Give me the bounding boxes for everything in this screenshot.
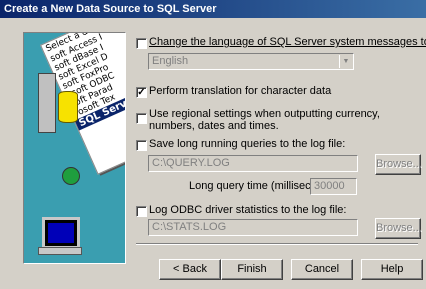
stats-log-path-input[interactable]: C:\STATS.LOG: [148, 219, 358, 236]
long-query-time-input[interactable]: 30000: [310, 178, 357, 195]
perform-translation-label: Perform translation for character data: [149, 85, 332, 97]
log-odbc-stats-label: Log ODBC driver statistics to the log fi…: [149, 204, 347, 216]
regional-settings-checkbox[interactable]: [136, 113, 147, 124]
query-log-path-input[interactable]: C:\QUERY.LOG: [148, 155, 358, 172]
help-button[interactable]: Help: [361, 259, 423, 280]
back-button[interactable]: < Back: [159, 259, 221, 280]
wizard-illustration: Select a driver fo soft Access I soft dB…: [23, 32, 126, 264]
server-icon: [38, 73, 56, 133]
database-cylinder-icon: [58, 91, 78, 123]
perform-translation-checkbox[interactable]: ✓: [136, 87, 147, 98]
save-long-queries-label: Save long running queries to the log fil…: [149, 138, 346, 150]
log-odbc-stats-checkbox[interactable]: [136, 206, 147, 217]
change-language-checkbox[interactable]: [136, 38, 147, 49]
chevron-down-icon[interactable]: ▼: [339, 55, 352, 68]
language-select-value: English: [152, 55, 189, 67]
browse-query-log-button[interactable]: Browse...: [375, 154, 422, 175]
change-language-label: Change the language of SQL Server system…: [149, 36, 426, 48]
finish-button[interactable]: Finish: [221, 259, 283, 280]
save-long-queries-checkbox[interactable]: [136, 140, 147, 151]
window-title: Create a New Data Source to SQL Server: [0, 0, 426, 18]
browse-stats-log-button[interactable]: Browse...: [375, 218, 422, 239]
computer-monitor-icon: [42, 217, 80, 249]
keyboard-icon: [38, 247, 82, 255]
regional-settings-label: Use regional settings when outputting cu…: [149, 108, 380, 132]
cancel-button[interactable]: Cancel: [291, 259, 353, 280]
language-select[interactable]: English ▼: [148, 53, 354, 70]
globe-icon: [62, 167, 80, 185]
